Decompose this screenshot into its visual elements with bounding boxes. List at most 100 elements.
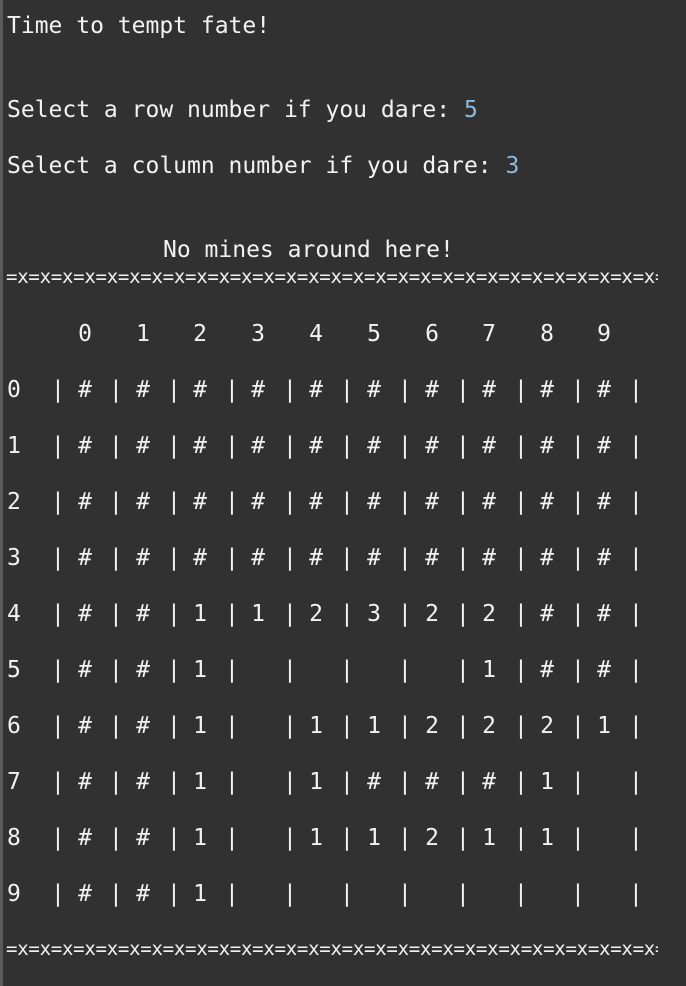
board-cell: 2 xyxy=(425,601,439,627)
board-cell xyxy=(243,824,273,852)
cell-separator: | xyxy=(629,657,643,683)
board-cell: 3 xyxy=(367,601,381,627)
board-cell: # xyxy=(540,377,554,403)
column-header: 9 xyxy=(597,321,611,347)
cell-separator: | xyxy=(571,377,585,403)
board-cell xyxy=(243,880,273,908)
column-header: 2 xyxy=(193,321,207,347)
cell-separator: | xyxy=(340,657,354,683)
board-cell xyxy=(589,880,619,908)
cell-separator: | xyxy=(340,377,354,403)
cell-separator: | xyxy=(167,713,181,739)
row-label: 1 xyxy=(7,433,21,459)
cell-separator: | xyxy=(340,545,354,571)
board-cell: 1 xyxy=(597,713,611,739)
board-cell: 1 xyxy=(193,601,207,627)
cell-separator: | xyxy=(629,545,643,571)
board-cell: 2 xyxy=(425,825,439,851)
cell-separator: | xyxy=(456,377,470,403)
terminal-gutter xyxy=(0,0,3,986)
cell-separator: | xyxy=(514,769,528,795)
cell-separator: | xyxy=(571,657,585,683)
board-cell: 1 xyxy=(309,769,323,795)
cell-separator: | xyxy=(629,769,643,795)
cell-separator: | xyxy=(283,825,297,851)
cell-separator: | xyxy=(283,377,297,403)
cell-separator: | xyxy=(225,657,239,683)
col-input-value[interactable]: 3 xyxy=(506,153,520,179)
board-cell: # xyxy=(136,769,150,795)
cell-separator: | xyxy=(629,881,643,907)
board-cell: # xyxy=(193,433,207,459)
intro-text: Time to tempt fate! xyxy=(7,13,271,39)
cell-separator: | xyxy=(398,601,412,627)
cell-separator: | xyxy=(167,881,181,907)
cell-separator: | xyxy=(571,881,585,907)
board-cell: 1 xyxy=(367,713,381,739)
board-cell: # xyxy=(482,545,496,571)
board-cell: # xyxy=(367,489,381,515)
board-cell: 1 xyxy=(367,825,381,851)
board-cell: # xyxy=(251,489,265,515)
board-cell: # xyxy=(309,433,323,459)
cell-separator: | xyxy=(225,601,239,627)
board-cell: 1 xyxy=(540,769,554,795)
cell-separator: | xyxy=(398,769,412,795)
column-header: 4 xyxy=(309,321,323,347)
cell-separator: | xyxy=(225,489,239,515)
board-cell: # xyxy=(136,825,150,851)
board-cell xyxy=(417,656,447,684)
board-cell: # xyxy=(597,489,611,515)
row-label: 4 xyxy=(7,601,21,627)
board-cell: # xyxy=(78,769,92,795)
board-cell: # xyxy=(193,377,207,403)
board-cell: # xyxy=(540,545,554,571)
cell-separator: | xyxy=(225,881,239,907)
cell-separator: | xyxy=(398,881,412,907)
board-cell: # xyxy=(482,769,496,795)
cell-separator: | xyxy=(225,825,239,851)
cell-separator: | xyxy=(398,377,412,403)
board-cell xyxy=(589,768,619,796)
cell-separator: | xyxy=(629,377,643,403)
board-cell: # xyxy=(251,433,265,459)
cell-separator: | xyxy=(167,769,181,795)
cell-separator: | xyxy=(514,545,528,571)
cell-separator: | xyxy=(398,657,412,683)
board-cell: # xyxy=(597,433,611,459)
cell-separator: | xyxy=(225,713,239,739)
cell-separator: | xyxy=(109,489,123,515)
row-input-value[interactable]: 5 xyxy=(464,97,478,123)
row-label: 9 xyxy=(7,881,21,907)
column-header: 8 xyxy=(540,321,554,347)
cell-separator: | xyxy=(283,657,297,683)
board-cell: # xyxy=(251,545,265,571)
board-cell xyxy=(243,656,273,684)
cell-separator: | xyxy=(340,601,354,627)
board-cell: # xyxy=(597,377,611,403)
board-cell: 1 xyxy=(309,713,323,739)
board-cell: 1 xyxy=(193,881,207,907)
row-label: 7 xyxy=(7,769,21,795)
cell-separator: | xyxy=(283,489,297,515)
board-cell xyxy=(359,656,389,684)
board-cell: # xyxy=(482,377,496,403)
cell-separator: | xyxy=(51,825,65,851)
board-cell: # xyxy=(78,545,92,571)
board-cell: # xyxy=(136,433,150,459)
cell-separator: | xyxy=(225,545,239,571)
status-message: No mines around here! xyxy=(163,237,454,263)
board-cell: # xyxy=(136,377,150,403)
board-cell: # xyxy=(425,545,439,571)
board-cell: # xyxy=(309,545,323,571)
cell-separator: | xyxy=(51,545,65,571)
cell-separator: | xyxy=(398,825,412,851)
cell-separator: | xyxy=(167,489,181,515)
cell-separator: | xyxy=(225,433,239,459)
board-cell: # xyxy=(367,433,381,459)
board-cell: 1 xyxy=(193,657,207,683)
board-cell: # xyxy=(309,377,323,403)
board-cell: # xyxy=(309,489,323,515)
board-cell: # xyxy=(425,489,439,515)
board-cell: # xyxy=(136,489,150,515)
